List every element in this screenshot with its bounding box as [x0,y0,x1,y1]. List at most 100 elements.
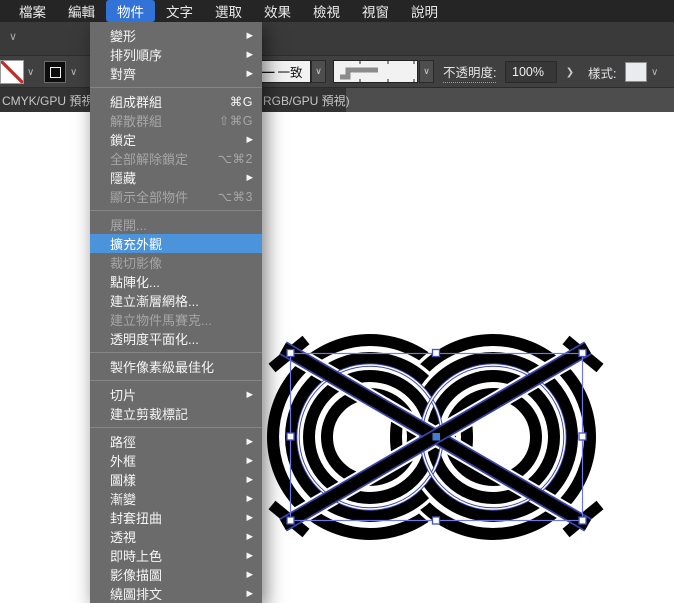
submenu-arrow-icon: ▶ [246,512,253,522]
menu-item-22[interactable]: 漸變 ▶ [90,489,262,508]
style-swatch[interactable] [625,62,647,82]
menubar: 檔案 編輯 物件 文字 選取 效果 檢視 視窗 說明 [0,0,674,22]
menubar-item-6[interactable]: 檢視 [302,0,351,22]
width-profile-chevron[interactable]: ∨ [311,60,326,83]
width-profile-select[interactable]: — 一致 [257,60,311,83]
menu-item-label: 對齊 [110,67,137,82]
submenu-arrow-icon: ▶ [246,474,253,484]
menu-item-13[interactable]: 建立漸層網格... [90,291,262,310]
menubar-item-3[interactable]: 文字 [155,0,204,22]
opacity-label[interactable]: 不透明度: [443,62,497,83]
menu-item-2[interactable]: 對齊 ▶ [90,64,262,83]
opacity-value: 100% [512,65,544,79]
menu-item-19[interactable]: 路徑 ▶ [90,432,262,451]
menu-item-3[interactable]: 組成群組 ⌘G [90,92,262,111]
menu-item-24[interactable]: 透視 ▶ [90,527,262,546]
tabbar-empty-area [346,88,674,112]
menubar-item-2[interactable]: 物件 [106,0,155,22]
menubar-item-5[interactable]: 效果 [253,0,302,22]
menu-item-5[interactable]: 鎖定 ▶ [90,130,262,149]
chevron-down-icon: ∨ [27,66,35,78]
menu-item-label: 影像描圖 [110,568,163,583]
menu-item-10[interactable]: 擴充外觀 [90,234,262,253]
menu-item-label: 點陣化... [110,275,160,290]
brush-chevron[interactable]: ∨ [419,60,434,83]
menu-item-11: 裁切影像 [90,253,262,272]
menu-item-shortcut: ⌥⌘2 [217,152,253,166]
opacity-stepper-button[interactable]: ❯ [563,61,577,83]
menu-item-25[interactable]: 即時上色 ▶ [90,546,262,565]
menu-item-label: 展開... [110,218,147,233]
stroke-none-swatch[interactable] [0,60,24,84]
submenu-arrow-icon: ▶ [246,172,253,182]
width-profile-value: 一致 [277,66,303,80]
menu-item-label: 製作像素級最佳化 [110,360,215,375]
menu-item-27[interactable]: 繞圖排文 ▶ [90,584,262,603]
submenu-arrow-icon: ▶ [246,68,253,78]
submenu-arrow-icon: ▶ [246,134,253,144]
menu-item-shortcut: ⌥⌘3 [217,190,253,204]
menu-item-label: 組成群組 [110,95,163,110]
menu-item-label: 排列順序 [110,48,163,63]
menu-item-label: 全部解除鎖定 [110,152,189,167]
menu-item-26[interactable]: 影像描圖 ▶ [90,565,262,584]
menubar-item-0[interactable]: 檔案 [8,0,57,22]
menu-item-label: 切片 [110,388,137,403]
menu-item-16[interactable]: 製作像素級最佳化 [90,357,262,376]
menu-item-20[interactable]: 外框 ▶ [90,451,262,470]
chevron-down-icon[interactable]: ∨ [9,30,17,43]
menu-item-17[interactable]: 切片 ▶ [90,385,262,404]
menu-item-label: 隱藏 [110,171,137,186]
menu-item-7[interactable]: 隱藏 ▶ [90,168,262,187]
opacity-input[interactable]: 100% [505,61,557,83]
submenu-arrow-icon: ▶ [246,30,253,40]
menu-item-8: 顯示全部物件 ⌥⌘3 [90,187,262,206]
menu-item-label: 建立物件馬賽克... [110,313,212,328]
menu-item-23[interactable]: 封套扭曲 ▶ [90,508,262,527]
submenu-arrow-icon: ▶ [246,493,253,503]
fill-black-swatch[interactable] [44,61,66,83]
menubar-item-4[interactable]: 選取 [204,0,253,22]
style-chevron[interactable]: ∨ [651,56,658,88]
menu-item-label: 即時上色 [110,549,163,564]
menu-item-18[interactable]: 建立剪裁標記 [90,404,262,423]
stroke-swatch-chevron[interactable]: ∨ [27,56,34,88]
menu-item-label: 透明度平面化... [110,332,199,347]
menu-item-label: 路徑 [110,435,137,450]
menu-item-label: 擴充外觀 [110,237,163,252]
menu-item-4: 解散群組 ⇧⌘G [90,111,262,130]
menu-item-label: 透視 [110,530,137,545]
menubar-item-7[interactable]: 視窗 [351,0,400,22]
brush-definition-select[interactable] [333,60,418,83]
menu-item-14: 建立物件馬賽克... [90,310,262,329]
submenu-arrow-icon: ▶ [246,531,253,541]
menu-item-15[interactable]: 透明度平面化... [90,329,262,348]
submenu-arrow-icon: ▶ [246,436,253,446]
menu-item-6: 全部解除鎖定 ⌥⌘2 [90,149,262,168]
menu-item-0[interactable]: 變形 ▶ [90,26,262,45]
menu-item-label: 解散群組 [110,114,163,129]
menu-item-label: 顯示全部物件 [110,190,189,205]
menu-item-12[interactable]: 點陣化... [90,272,262,291]
opacity-control: 不透明度: [443,56,497,88]
submenu-arrow-icon: ▶ [246,49,253,59]
menu-item-label: 建立漸層網格... [110,294,199,309]
fill-swatch-chevron[interactable]: ∨ [70,56,77,88]
chevron-right-icon: ❯ [565,66,575,78]
menu-item-label: 建立剪裁標記 [110,407,189,422]
menu-item-shortcut: ⌘G [229,95,253,109]
menu-item-label: 漸變 [110,492,137,507]
submenu-arrow-icon: ▶ [246,588,253,598]
menu-item-1[interactable]: 排列順序 ▶ [90,45,262,64]
menubar-item-1[interactable]: 編輯 [57,0,106,22]
menu-item-9: 展開... [90,215,262,234]
menu-separator [90,210,262,211]
menu-item-label: 封套扭曲 [110,511,163,526]
document-tab-right[interactable]: RGB/GPU 預視) [263,88,350,112]
chevron-down-icon: ∨ [315,66,322,76]
chevron-down-icon: ∨ [651,66,659,78]
menubar-item-8[interactable]: 說明 [400,0,449,22]
document-tab-left[interactable]: CMYK/GPU 預視) [2,88,97,112]
menu-item-21[interactable]: 圖樣 ▶ [90,470,262,489]
square-outline-icon [49,66,61,78]
